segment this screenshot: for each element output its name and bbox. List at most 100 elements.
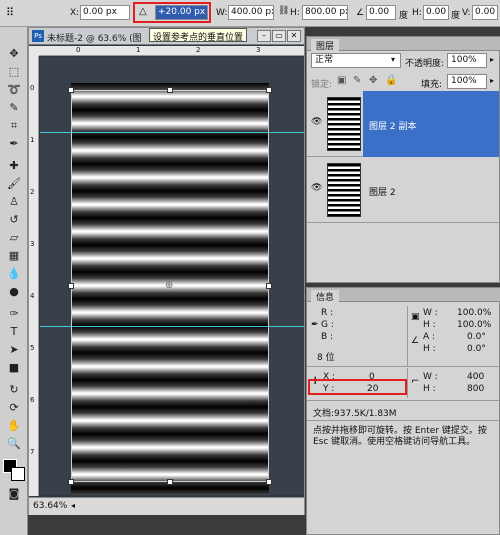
3d-rotate-tool-icon[interactable]: ↻ [5,383,23,397]
close-button[interactable]: ✕ [287,30,301,42]
vskew-label: V: [462,8,471,18]
divider [407,306,408,366]
options-bar: ⠿ X: 0.00 px △ +20.00 px W: 400.00 px ⛓ … [0,0,500,27]
transform-handle[interactable] [68,479,74,485]
layer-row[interactable]: 👁 图层 2 副本 [307,91,499,157]
ruler-corner [29,46,39,56]
hskew-label: H: [412,8,422,18]
eyedropper-tool-icon[interactable]: ✒ [5,137,23,151]
width-input[interactable]: 400.00 px [228,5,274,20]
angle-input[interactable]: 0.00 [366,5,396,20]
blur-tool-icon[interactable]: 💧 [5,267,23,281]
3d-orbit-tool-icon[interactable]: ⟳ [5,401,23,415]
canvas[interactable]: ⊕ [40,57,304,495]
selection-size-icon: ⌐ [411,376,420,387]
scale-h-value: 100.0% [457,320,492,330]
horizontal-ruler[interactable]: 0 1 2 3 [39,46,304,56]
brush-tool-icon[interactable]: 🖌 [5,177,23,191]
layer-name[interactable]: 图层 2 副本 [369,119,416,132]
chevron-down-icon[interactable]: ▾ [391,55,395,64]
crop-tool-icon[interactable]: ⌗ [5,119,23,133]
highlight-box-y [133,2,211,23]
vskew-input[interactable]: 0.00 [472,5,498,20]
scale-w-label: W : [423,308,438,318]
visibility-eye-icon[interactable]: 👁 [311,117,322,127]
zoom-tool-icon[interactable]: 🔍 [5,437,23,451]
transform-handle[interactable] [266,283,272,289]
ruler-mark: 2 [196,46,201,54]
transform-handle[interactable] [167,87,173,93]
hand-tool-icon[interactable]: ✋ [5,419,23,433]
ruler-mark: 1 [136,46,141,54]
x-input[interactable]: 0.00 px [80,5,130,20]
shape-tool-icon[interactable]: ■ [5,361,23,375]
lock-transparency-icon[interactable]: ▣ [337,75,346,86]
dodge-tool-icon[interactable]: ● [5,285,23,299]
size-w-value: 400 [467,372,485,382]
layer-row[interactable]: 👁 图层 2 [307,157,499,223]
chevron-right-icon[interactable]: ▸ [490,55,494,64]
size-h-value: 800 [467,384,485,394]
eyedropper-icon: ✒ [311,320,319,330]
hskew-input[interactable]: 0.00 [423,5,449,20]
lock-all-icon[interactable]: 🔒 [385,75,397,86]
highlight-box-xy [308,379,407,395]
type-tool-icon[interactable]: T [5,325,23,339]
layer-thumbnail [327,97,361,151]
b-label: B : [321,332,334,342]
link-icon[interactable]: ⛓ [278,6,289,16]
pen-tool-icon[interactable]: ✑ [5,307,23,321]
transform-handle[interactable] [266,479,272,485]
angle-h-value: 0.0° [467,344,486,354]
vertical-ruler[interactable]: 0 1 2 3 4 5 6 7 [29,56,39,496]
height-input[interactable]: 800.00 px [302,5,348,20]
clone-stamp-tool-icon[interactable]: ♙ [5,195,23,209]
ps-doc-icon: Ps [32,30,44,42]
zoom-level[interactable]: 63.64% [33,501,67,511]
eraser-tool-icon[interactable]: ▱ [5,231,23,245]
ruler-mark: 1 [30,136,35,144]
tab-info[interactable]: 信息 [311,290,340,303]
move-tool-icon[interactable]: ✥ [5,47,23,61]
history-brush-tool-icon[interactable]: ↺ [5,213,23,227]
reference-point-icon[interactable]: ⊕ [165,280,173,291]
opacity-input[interactable]: 100% [447,53,487,68]
fill-label: 填充: [421,80,443,90]
scale-h-label: H : [423,320,436,330]
layer-name[interactable]: 图层 2 [369,185,396,198]
healing-brush-tool-icon[interactable]: ✚ [5,159,23,173]
chevron-right-icon[interactable]: ▸ [490,76,494,85]
lock-position-icon[interactable]: ✥ [369,75,377,86]
path-select-tool-icon[interactable]: ➤ [5,343,23,357]
transform-handle[interactable] [68,87,74,93]
layer-thumbnail [327,163,361,217]
bit-depth: 8 位 [317,353,335,363]
fill-input[interactable]: 100% [447,74,487,89]
status-menu-arrow-icon[interactable]: ◂ [71,501,75,510]
scale-w-value: 100.0% [457,308,492,318]
document-tab[interactable]: Ps 未标题-2 @ 63.6% (图 设置参考点的垂直位置 – ▭ ✕ [29,28,304,45]
quick-mask-icon[interactable]: ◙ [5,487,23,501]
lock-paint-icon[interactable]: ✎ [353,75,361,86]
lasso-tool-icon[interactable]: ➰ [5,83,23,97]
marquee-tool-icon[interactable]: ⬚ [5,65,23,79]
tool-hint: 点按并拖移即可旋转。按 Enter 键提交。按 Esc 键取消。使用空格键访问导… [313,426,487,447]
ruler-mark: 7 [30,448,35,456]
lock-label: 锁定: [311,80,333,90]
blend-mode-select[interactable]: 正常 [311,53,401,68]
transform-handle[interactable] [266,87,272,93]
divider [307,420,499,421]
background-color-swatch[interactable] [11,467,25,481]
gradient-tool-icon[interactable]: ▦ [5,249,23,263]
quick-select-tool-icon[interactable]: ✎ [5,101,23,115]
restore-button[interactable]: ▭ [272,30,286,42]
transform-handle[interactable] [68,283,74,289]
divider [407,368,408,398]
transform-handle[interactable] [167,479,173,485]
reference-point-icon[interactable]: ⠿ [6,6,14,19]
tab-layers[interactable]: 图层 [311,39,340,52]
minimize-button[interactable]: – [257,30,271,42]
visibility-eye-icon[interactable]: 👁 [311,183,322,193]
document-size: 文档:937.5K/1.83M [313,409,397,419]
tools-panel: ✥ ⬚ ➰ ✎ ⌗ ✒ ✚ 🖌 ♙ ↺ ▱ ▦ 💧 ● ✑ T ➤ ■ ↻ ⟳ … [0,27,28,535]
